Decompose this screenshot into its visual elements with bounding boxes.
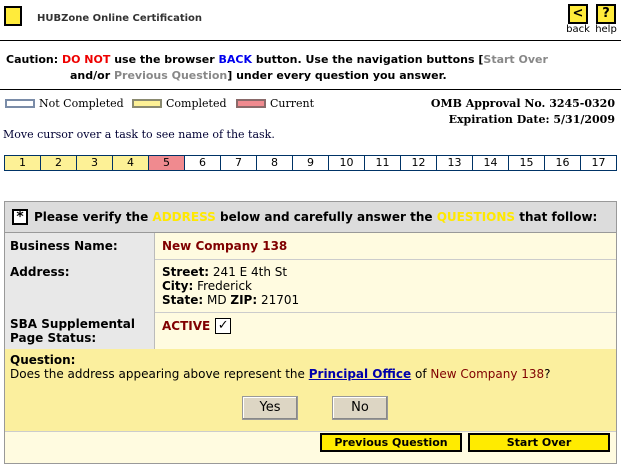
caution-previous-question: Previous Question (113, 69, 228, 82)
task-5[interactable]: 5 (149, 156, 185, 170)
start-over-button[interactable]: Start Over (468, 433, 610, 452)
sba-label-line-1: SBA Supplemental (10, 317, 136, 331)
task-7[interactable]: 7 (221, 156, 257, 170)
task-8[interactable]: 8 (257, 156, 293, 170)
app-logo-icon (4, 6, 22, 26)
zip-label: ZIP: (230, 293, 258, 307)
header-divider (0, 40, 621, 41)
caution-back-word: BACK (218, 53, 253, 66)
task-17[interactable]: 17 (581, 156, 616, 170)
state-value: MD (203, 293, 231, 307)
task-16[interactable]: 16 (545, 156, 581, 170)
verification-panel: * Please verify the ADDRESS below and ca… (4, 201, 617, 464)
principal-office-link[interactable]: Principal Office (309, 367, 411, 381)
task-11[interactable]: 11 (365, 156, 401, 170)
city-label: City: (162, 279, 194, 293)
task-9[interactable]: 9 (293, 156, 329, 170)
omb-expiration: Expiration Date: 5/31/2009 (448, 113, 615, 126)
question-label: Question: (10, 353, 76, 367)
task-progress-bar: 1 2 3 4 5 6 7 8 9 10 11 12 13 14 15 16 17 (4, 155, 617, 171)
sba-status-checkbox[interactable]: ✓ (215, 318, 232, 334)
task-6[interactable]: 6 (185, 156, 221, 170)
question-text-2: of (411, 367, 431, 381)
sba-status-row: SBA Supplemental Page Status: ACTIVE ✓ (5, 312, 616, 350)
instr-address-word: ADDRESS (152, 210, 216, 224)
legend-not-completed: Not Completed (5, 97, 124, 110)
street-label: Street: (162, 265, 210, 279)
question-text-1: Does the address appearing above represe… (10, 367, 309, 381)
legend-swatch-current (236, 99, 266, 108)
instr-questions-word: QUESTIONS (436, 210, 516, 224)
legend-label-not-completed: Not Completed (39, 97, 124, 110)
address-row: Address: Street: 241 E 4th St City: Fred… (5, 259, 616, 313)
instr-text-2: below and carefully answer the (215, 210, 437, 224)
sba-status-label: SBA Supplemental Page Status: (5, 312, 155, 349)
caution-text-2: button. Use the navigation buttons [ (252, 53, 484, 66)
panel-instructions: Please verify the ADDRESS below and care… (34, 210, 597, 224)
back-label[interactable]: back (566, 24, 590, 35)
yes-button[interactable]: Yes (242, 396, 298, 420)
omb-approval: OMB Approval No. 3245-0320 (430, 97, 615, 110)
help-label[interactable]: help (595, 24, 617, 35)
city-value: Frederick (193, 279, 252, 293)
task-14[interactable]: 14 (473, 156, 509, 170)
back-arrow-icon[interactable]: < (568, 4, 588, 24)
task-15[interactable]: 15 (509, 156, 545, 170)
task-1[interactable]: 1 (5, 156, 41, 170)
business-name-value: New Company 138 (162, 239, 288, 253)
legend-current: Current (236, 97, 314, 110)
question-text: Does the address appearing above represe… (10, 367, 551, 381)
question-text-3: ? (544, 367, 551, 381)
asterisk-icon: * (12, 209, 28, 225)
help-question-icon[interactable]: ? (596, 4, 616, 24)
caution-text-3: and/or (70, 69, 114, 82)
caution-divider (0, 89, 621, 90)
legend-completed: Completed (132, 97, 227, 110)
help-button[interactable]: ? help (595, 4, 617, 35)
question-company: New Company 138 (430, 367, 545, 381)
caution-do-not: DO NOT (61, 53, 111, 66)
previous-question-button[interactable]: Previous Question (320, 433, 462, 452)
task-2[interactable]: 2 (41, 156, 77, 170)
app-title: HUBZone Online Certification (37, 13, 203, 24)
state-label: State: (162, 293, 204, 307)
task-12[interactable]: 12 (401, 156, 437, 170)
panel-header: * Please verify the ADDRESS below and ca… (5, 202, 616, 233)
caution-text-1: use the browser (110, 53, 219, 66)
business-name-row: Business Name: New Company 138 (5, 233, 616, 260)
task-hint: Move cursor over a task to see name of t… (3, 128, 275, 141)
instr-text-1: Please verify the (34, 210, 153, 224)
instr-text-3: that follow: (515, 210, 598, 224)
no-button[interactable]: No (332, 396, 388, 420)
back-button[interactable]: < back (566, 4, 590, 35)
task-4[interactable]: 4 (113, 156, 149, 170)
legend-label-completed: Completed (166, 97, 227, 110)
question-area: Question: Does the address appearing abo… (5, 349, 616, 432)
caution-text-4: ] under every question you answer. (227, 69, 447, 82)
zip-value: 21701 (257, 293, 300, 307)
street-value: 241 E 4th St (209, 265, 288, 279)
sba-status-value: ACTIVE ✓ (162, 318, 232, 334)
legend-swatch-completed (132, 99, 162, 108)
legend-label-current: Current (270, 97, 315, 110)
caution-message: Caution: DO NOT use the browser BACK but… (6, 52, 616, 84)
legend-swatch-not-completed (5, 99, 35, 108)
task-3[interactable]: 3 (77, 156, 113, 170)
sba-label-line-2: Page Status: (10, 331, 97, 345)
caution-start-over: Start Over (483, 53, 548, 66)
task-13[interactable]: 13 (437, 156, 473, 170)
caution-prefix: Caution: (6, 53, 62, 66)
address-value: Street: 241 E 4th St City: Frederick Sta… (162, 265, 299, 307)
business-name-label: Business Name: (5, 233, 155, 259)
address-label: Address: (5, 259, 155, 312)
task-10[interactable]: 10 (329, 156, 365, 170)
omb-info: OMB Approval No. 3245-0320 Expiration Da… (431, 96, 615, 128)
sba-active-text: ACTIVE (162, 319, 211, 333)
